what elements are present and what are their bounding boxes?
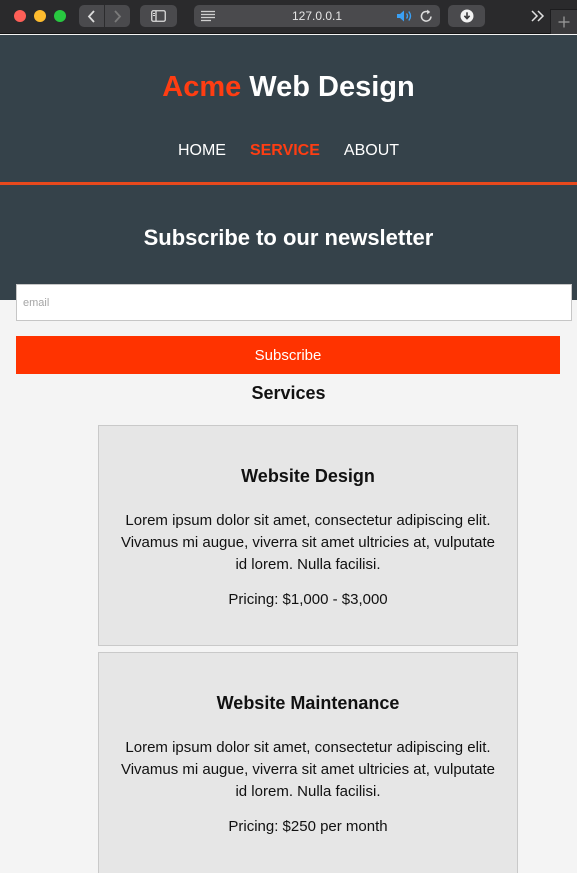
main-nav: HOME SERVICE ABOUT: [0, 142, 577, 160]
overflow-icon[interactable]: [530, 7, 546, 25]
downloads-button[interactable]: [448, 5, 485, 27]
history-nav: [79, 5, 130, 27]
service-pricing: Pricing: $1,000 - $3,000: [228, 591, 388, 608]
close-window-button[interactable]: [14, 10, 26, 22]
service-name: Website Maintenance: [216, 693, 400, 713]
new-tab-icon: [558, 16, 570, 28]
nav-link-home[interactable]: HOME: [178, 142, 226, 160]
zoom-window-button[interactable]: [54, 10, 66, 22]
logo-highlight: Acme: [162, 71, 242, 103]
nav-link-about[interactable]: ABOUT: [344, 142, 399, 160]
service-card-website-maintenance: Website Maintenance Lorem ipsum dolor si…: [98, 652, 518, 873]
logo-rest: Web Design: [241, 71, 415, 103]
forward-icon: [114, 9, 122, 23]
service-pricing: Pricing: $250 per month: [228, 818, 388, 835]
back-button[interactable]: [79, 5, 104, 27]
newsletter-section: Subscribe to our newsletter: [0, 185, 577, 300]
sidebar-icon: [151, 10, 166, 22]
services-title: Services: [251, 383, 326, 403]
email-field[interactable]: [16, 284, 572, 321]
service-card-website-design: Website Design Lorem ipsum dolor sit ame…: [98, 425, 518, 646]
forward-button[interactable]: [104, 5, 130, 27]
site-logo[interactable]: Acme Web Design: [0, 71, 577, 104]
subscribe-button[interactable]: Subscribe: [16, 336, 560, 374]
address-bar[interactable]: 127.0.0.1: [194, 5, 440, 27]
site-header: Acme Web Design HOME SERVICE ABOUT: [0, 35, 577, 182]
speaker-icon[interactable]: [396, 9, 414, 23]
nav-link-service[interactable]: SERVICE: [250, 142, 320, 160]
sidebar-toggle-button[interactable]: [140, 5, 177, 27]
reload-icon[interactable]: [420, 9, 433, 23]
back-icon: [87, 9, 95, 23]
service-description: Lorem ipsum dolor sit amet, consectetur …: [120, 739, 496, 800]
new-tab-button[interactable]: [550, 9, 577, 34]
service-description: Lorem ipsum dolor sit amet, consectetur …: [120, 512, 496, 573]
browser-toolbar: 127.0.0.1: [0, 0, 577, 34]
newsletter-title: Subscribe to our newsletter: [143, 225, 434, 250]
download-icon: [460, 9, 473, 23]
service-name: Website Design: [241, 466, 375, 486]
minimize-window-button[interactable]: [34, 10, 46, 22]
